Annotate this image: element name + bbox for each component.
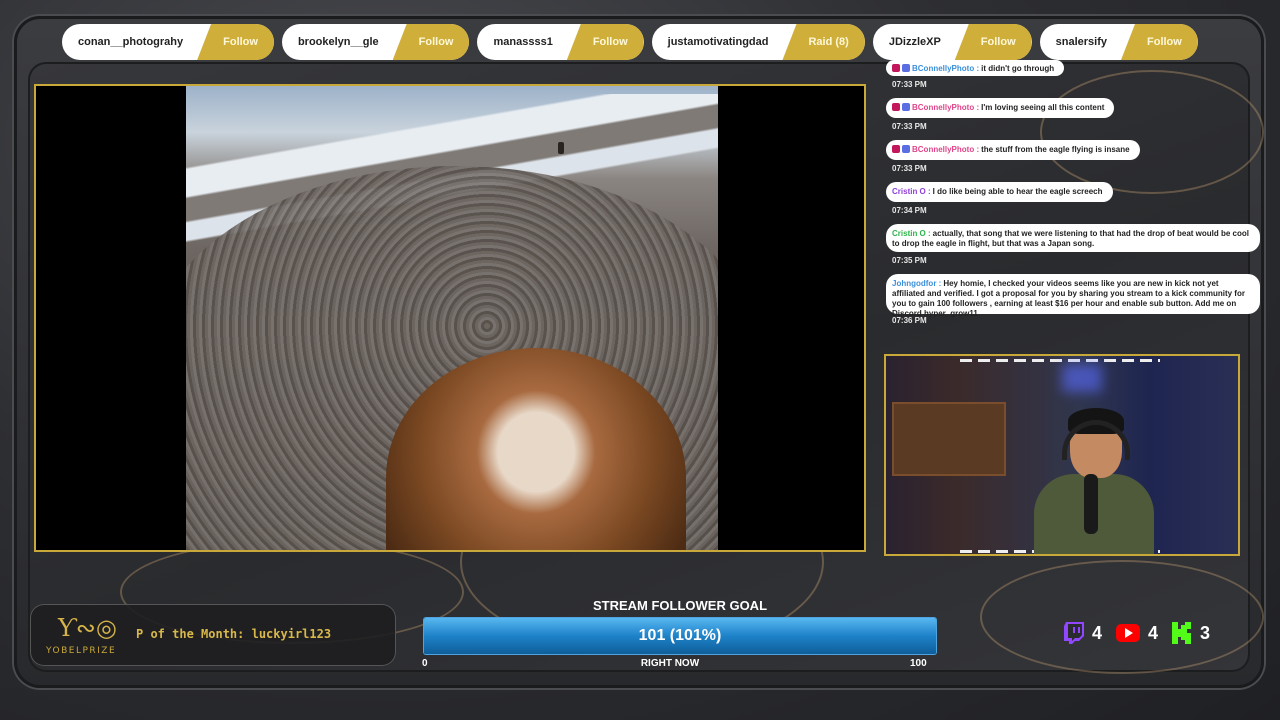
chat-time: 07:33 PM — [892, 80, 927, 89]
event-action: Follow — [566, 24, 644, 60]
goal-value: 101 (101%) — [638, 627, 722, 644]
chat-message: BConnellyPhoto : the stuff from the eagle… — [886, 140, 1140, 160]
goal-max: 100 — [910, 658, 927, 669]
logo-text: YOBELPRIZE — [46, 646, 117, 656]
event-action: Follow — [954, 24, 1032, 60]
chat-text: I do like being able to hear the eagle s… — [932, 187, 1103, 196]
youtube-icon — [1116, 624, 1141, 642]
chat-username: Cristin O : — [892, 229, 931, 238]
badge-icon — [892, 145, 900, 153]
event-action: Follow — [197, 24, 274, 60]
chat-time: 07:35 PM — [892, 256, 927, 265]
event-name: conan__photograhy — [78, 36, 184, 48]
chat-username: BConnellyPhoto : — [912, 64, 980, 73]
goal-title: STREAM FOLLOWER GOAL — [592, 598, 768, 613]
kick-icon — [1172, 622, 1192, 644]
chat-time: 07:33 PM — [892, 164, 927, 173]
chat-text: it didn't go through — [981, 64, 1055, 73]
event-name: snalersify — [1055, 36, 1107, 48]
event-name: manassss1 — [493, 36, 553, 48]
badge-icon — [892, 64, 900, 72]
chat-message: Johngodfor : Hey homie, I checked your vi… — [886, 274, 1260, 318]
chat-message: Cristin O : actually, that song that we w… — [886, 224, 1260, 252]
event-name: JDizzleXP — [888, 36, 941, 48]
badge-icon — [902, 103, 910, 111]
cam-dash-top — [960, 359, 1160, 362]
badge-icon — [892, 103, 900, 111]
event-action: Raid (8) — [782, 24, 865, 60]
event-item: snalersify Follow — [1039, 24, 1198, 60]
chat-username: Cristin O : — [892, 187, 931, 196]
badge-icon — [902, 145, 910, 153]
yobelprize-logo-icon: Ƴ∾◎ — [58, 614, 117, 642]
distant-animal — [558, 142, 564, 154]
event-action: Follow — [392, 24, 470, 60]
chat-time: 07:34 PM — [892, 206, 927, 215]
bookshelf — [892, 402, 1006, 476]
chat-username: BConnellyPhoto : — [912, 103, 980, 112]
event-name: brookelyn__gle — [297, 36, 379, 48]
event-item: justamotivatingdad Raid (8) — [651, 24, 865, 60]
kick-count: 3 — [1200, 622, 1211, 643]
chat-message: BConnellyPhoto : I'm loving seeing all th… — [886, 98, 1115, 118]
blue-light — [1062, 364, 1102, 392]
chat-time: 07:33 PM — [892, 122, 927, 131]
chat-panel: BConnellyPhoto : it didn't go through 07:… — [886, 60, 1262, 332]
event-name: justamotivatingdad — [667, 36, 769, 48]
eagle-flight-video[interactable] — [186, 86, 718, 550]
event-action: Follow — [1121, 24, 1198, 60]
event-item: JDizzleXP Follow — [872, 24, 1032, 60]
chat-message: BConnellyPhoto : it didn't go through — [886, 60, 1065, 76]
social-twitch: 4 — [1064, 622, 1102, 644]
chat-time: 07:36 PM — [892, 316, 927, 325]
event-ticker: conan__photograhy Follow brookelyn__gle Fo… — [62, 24, 1198, 60]
chat-text: actually, that song that we were listeni… — [892, 229, 1249, 248]
social-counts: 4 4 3 — [1064, 622, 1210, 644]
social-kick: 3 — [1172, 622, 1210, 644]
streamer — [1034, 408, 1154, 554]
chat-text: the stuff from the eagle flying is insan… — [981, 145, 1130, 154]
goal-label: RIGHT NOW — [640, 658, 700, 669]
chat-username: Johngodfor : — [892, 279, 942, 288]
chat-text: I'm loving seeing all this content — [981, 103, 1105, 112]
event-item: conan__photograhy Follow — [62, 24, 274, 60]
webcam-feed — [884, 354, 1240, 556]
microphone-icon — [1084, 474, 1098, 534]
youtube-count: 4 — [1148, 622, 1159, 643]
twitch-count: 4 — [1092, 622, 1103, 643]
decor-swirl — [980, 560, 1264, 674]
member-of-month-text: P of the Month: luckyirl123 — [136, 627, 332, 641]
chat-text: Hey homie, I checked your videos seems l… — [892, 279, 1245, 318]
chat-message: Cristin O :I do like being able to hear … — [886, 182, 1113, 202]
social-youtube: 4 — [1116, 623, 1158, 644]
event-item: manassss1 Follow — [477, 24, 644, 60]
twitch-icon — [1064, 622, 1084, 644]
event-item: brookelyn__gle Follow — [281, 24, 470, 60]
chat-username: BConnellyPhoto : — [912, 145, 980, 154]
main-screen — [34, 84, 866, 552]
badge-icon — [902, 64, 910, 72]
